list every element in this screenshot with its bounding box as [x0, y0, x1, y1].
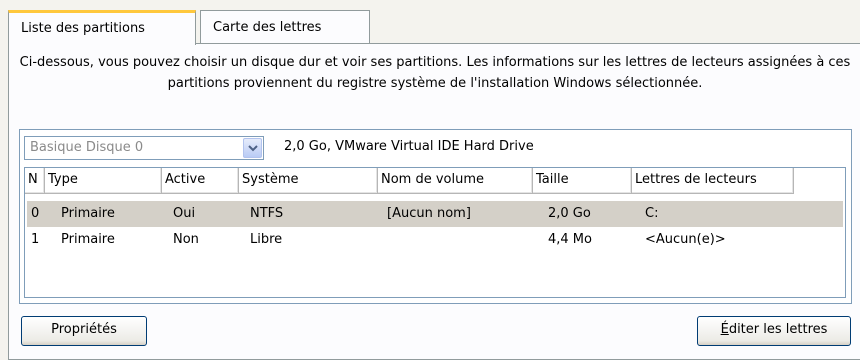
column-header-type[interactable]: Type: [45, 168, 162, 194]
description-text: Ci-dessous, vous pouvez choisir un disqu…: [19, 55, 851, 91]
partition-group: Basique Disque 0 2,0 Go, VMware Virtual …: [19, 129, 852, 304]
column-header-n[interactable]: N: [25, 168, 45, 194]
table-row[interactable]: 1 Primaire Non Libre 4,4 Mo <Aucun(e)>: [27, 227, 843, 253]
dropdown-button[interactable]: [243, 138, 262, 158]
edit-letters-label: diter les lettres: [728, 322, 828, 337]
cell-volume-name: [Aucun nom]: [387, 206, 471, 221]
tab-letter-map[interactable]: Carte des lettres: [200, 10, 370, 44]
tab-partition-list[interactable]: Liste des partitions: [8, 10, 196, 45]
disk-info: 2,0 Go, VMware Virtual IDE Hard Drive: [284, 139, 534, 154]
cell-n: 0: [31, 206, 40, 221]
cell-drive-letters: C:: [645, 206, 659, 221]
disk-select[interactable]: Basique Disque 0: [24, 136, 264, 160]
column-header-drive-letters[interactable]: Lettres de lecteurs: [632, 168, 794, 194]
cell-active: Non: [173, 232, 199, 247]
cell-active: Oui: [173, 206, 196, 221]
column-header-system[interactable]: Système: [239, 168, 378, 194]
column-header-row: N Type Active Système Nom de volume Tail…: [25, 168, 845, 194]
cell-size: 2,0 Go: [548, 206, 591, 221]
mnemonic-letter: É: [720, 322, 729, 337]
cell-type: Primaire: [61, 206, 115, 221]
cell-n: 1: [31, 232, 40, 247]
properties-button[interactable]: Propriétés: [21, 316, 147, 346]
column-header-volume-name[interactable]: Nom de volume: [378, 168, 533, 194]
column-header-size[interactable]: Taille: [533, 168, 632, 194]
cell-system: NTFS: [250, 206, 284, 221]
cell-size: 4,4 Mo: [548, 232, 592, 247]
table-row[interactable]: 0 Primaire Oui NTFS [Aucun nom] 2,0 Go C…: [27, 201, 843, 227]
cell-system: Libre: [250, 232, 283, 247]
cell-drive-letters: <Aucun(e)>: [645, 232, 726, 247]
disk-select-value: Basique Disque 0: [30, 140, 144, 155]
cell-type: Primaire: [61, 232, 115, 247]
partition-list[interactable]: N Type Active Système Nom de volume Tail…: [24, 167, 846, 298]
tab-panel: Ci-dessous, vous pouvez choisir un disqu…: [8, 43, 860, 360]
chevron-down-icon: [248, 145, 258, 152]
column-header-active[interactable]: Active: [162, 168, 239, 194]
edit-letters-button[interactable]: Éditer les lettres: [697, 316, 851, 346]
disk-row: Basique Disque 0 2,0 Go, VMware Virtual …: [24, 136, 844, 160]
